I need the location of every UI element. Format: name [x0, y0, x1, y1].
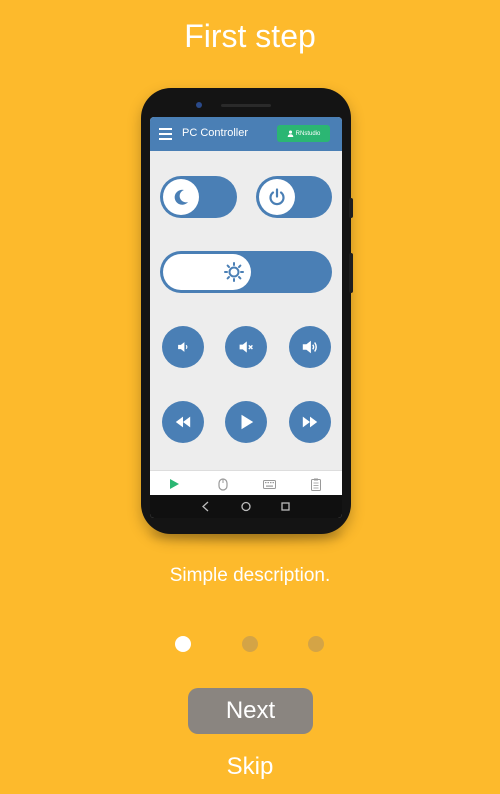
fast-forward-button [289, 401, 331, 443]
toggle-knob [163, 179, 199, 215]
night-mode-toggle [160, 176, 237, 218]
rewind-button [162, 401, 204, 443]
play-button [225, 401, 267, 443]
step-description: Simple description. [169, 565, 331, 586]
android-nav-bar [150, 495, 342, 518]
home-icon [241, 501, 251, 512]
user-badge-label: RNstudio [295, 130, 321, 137]
back-icon [202, 501, 209, 512]
power-toggle [256, 176, 332, 218]
recents-icon [281, 502, 290, 511]
user-badge: RNstudio [277, 125, 330, 142]
phone-side-button [349, 198, 353, 218]
volume-up-icon [302, 340, 317, 354]
volume-down-icon [178, 342, 188, 352]
moon-icon [174, 189, 188, 205]
mute-button [225, 326, 267, 368]
camera-icon [196, 102, 202, 108]
phone-screen: PC Controller RNstudio [150, 117, 342, 518]
fast-forward-icon [302, 416, 318, 428]
volume-up-button [289, 326, 331, 368]
speaker-grille [221, 104, 271, 107]
rewind-icon [175, 416, 191, 428]
next-button[interactable]: Next [188, 688, 313, 734]
menu-icon [159, 128, 172, 140]
app-bottom-nav [150, 470, 342, 496]
pagination-dot[interactable] [242, 636, 258, 652]
controller-panel [150, 151, 342, 470]
page-title: First step [184, 18, 316, 54]
clipboard-tab-icon [309, 477, 323, 491]
phone-side-button [349, 253, 353, 293]
volume-down-button [162, 326, 204, 368]
brightness-slider-fill [163, 254, 251, 290]
power-icon [269, 188, 285, 206]
brightness-icon [224, 262, 244, 282]
play-icon [241, 414, 254, 430]
brightness-slider [160, 251, 332, 293]
pagination-dot-active[interactable] [175, 636, 191, 652]
keyboard-tab-icon [262, 477, 276, 491]
toggle-knob [259, 179, 295, 215]
user-icon [287, 130, 293, 137]
mute-icon [239, 341, 253, 353]
skip-link[interactable]: Skip [0, 753, 500, 781]
play-tab-icon [167, 477, 181, 491]
pagination-dot[interactable] [308, 636, 324, 652]
phone-mockup: PC Controller RNstudio [141, 88, 353, 534]
mouse-tab-icon [216, 477, 230, 491]
app-bar: PC Controller RNstudio [150, 117, 342, 151]
app-title: PC Controller [182, 127, 249, 139]
